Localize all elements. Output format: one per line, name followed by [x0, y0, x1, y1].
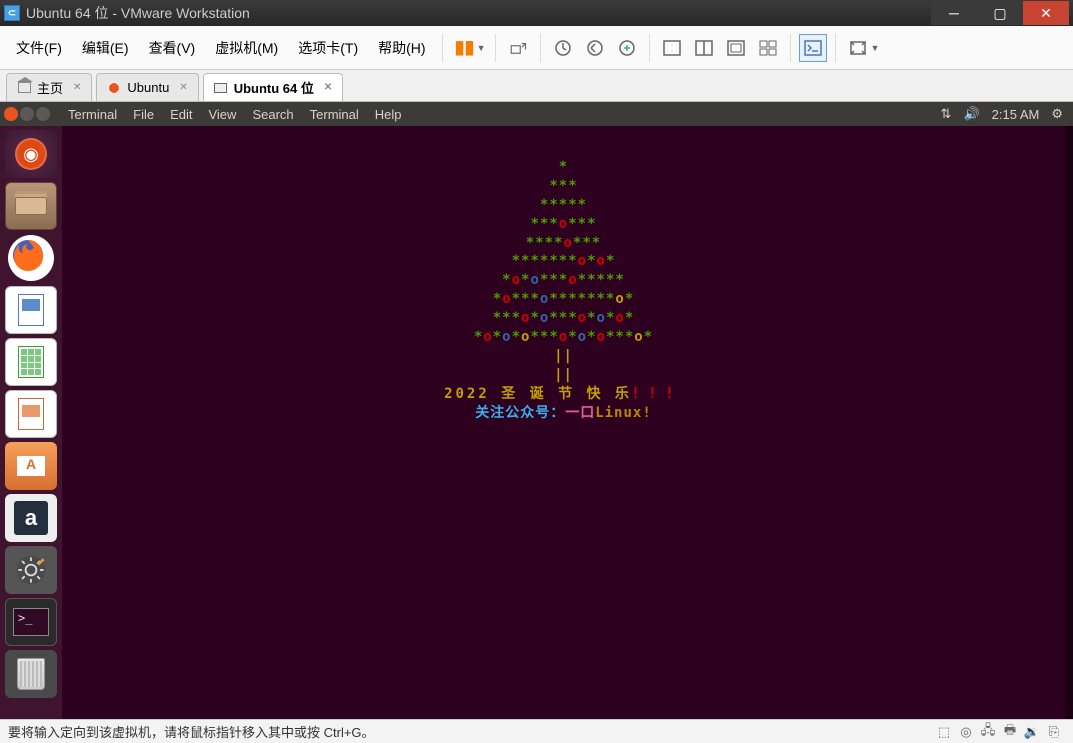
ubuntu-menu-help[interactable]: Help [367, 107, 410, 122]
vm-tabs: 主页 ✕ Ubuntu ✕ Ubuntu 64 位 ✕ [0, 70, 1073, 102]
vmware-statusbar: 要将输入定向到该虚拟机，请将鼠标指针移入其中或按 Ctrl+G。 ⬚ ◎ 🖧 🖶… [0, 719, 1073, 743]
ubuntu-window-controls [4, 107, 50, 121]
ubuntu-menu-view[interactable]: View [200, 107, 244, 122]
ubuntu-top-menubar: Terminal File Edit View Search Terminal … [0, 102, 1073, 126]
window-close-button[interactable]: ✕ [1023, 1, 1069, 25]
view-single-button[interactable] [658, 34, 686, 62]
window-title: Ubuntu 64 位 - VMware Workstation [26, 3, 925, 23]
launcher-files-icon[interactable] [5, 182, 57, 230]
vmware-menubar: 文件(F) 编辑(E) 查看(V) 虚拟机(M) 选项卡(T) 帮助(H) ▮▮… [0, 26, 1073, 70]
dropdown-icon[interactable]: ▼ [870, 43, 879, 53]
follow-label: 关注公众号： [475, 405, 565, 421]
launcher-trash-icon[interactable] [5, 650, 57, 698]
follow-suffix: Linux! [595, 405, 652, 421]
launcher-settings-icon[interactable] [5, 546, 57, 594]
ubuntu-menu-terminal[interactable]: Terminal [60, 107, 125, 122]
window-minimize-button[interactable]: ─ [931, 1, 977, 25]
settings-indicator-icon[interactable]: ⚙ [1045, 106, 1069, 122]
launcher-dash-icon[interactable]: ◉ [5, 130, 57, 178]
launcher-calc-icon[interactable] [5, 338, 57, 386]
separator [442, 34, 443, 62]
sb-sound-icon[interactable]: 🔉 [1023, 724, 1041, 740]
launcher-firefox-icon[interactable] [5, 234, 57, 282]
ubuntu-maximize-icon[interactable] [36, 107, 50, 121]
ubuntu-menu-file[interactable]: File [125, 107, 162, 122]
ubuntu-menu-terminal2[interactable]: Terminal [302, 107, 367, 122]
menu-help[interactable]: 帮助(H) [368, 34, 435, 62]
home-icon [17, 81, 31, 95]
separator [649, 34, 650, 62]
view-unity-button[interactable] [722, 34, 750, 62]
pause-button[interactable]: ▮▮ [451, 34, 479, 62]
monitor-icon [214, 81, 228, 95]
sb-cd-icon[interactable]: ◎ [957, 724, 975, 740]
tab-home[interactable]: 主页 ✕ [6, 73, 92, 101]
separator [540, 34, 541, 62]
close-icon[interactable]: ✕ [73, 82, 81, 93]
menu-view[interactable]: 查看(V) [139, 34, 206, 62]
snapshot-revert-button[interactable] [581, 34, 609, 62]
launcher-impress-icon[interactable] [5, 390, 57, 438]
vmware-app-icon: ⊂ [4, 5, 20, 21]
launcher-software-icon[interactable] [5, 442, 57, 490]
close-icon[interactable]: ✕ [324, 82, 332, 93]
tab-ubuntu64[interactable]: Ubuntu 64 位 ✕ [203, 73, 344, 101]
clock-indicator[interactable]: 2:15 AM [986, 107, 1046, 122]
launcher-terminal-icon[interactable]: >_ [5, 598, 57, 646]
tab-label: 主页 [37, 78, 63, 97]
menu-vm[interactable]: 虚拟机(M) [205, 34, 288, 62]
ubuntu-menu-search[interactable]: Search [244, 107, 301, 122]
vm-display-area: Terminal File Edit View Search Terminal … [0, 102, 1073, 719]
menu-tabs[interactable]: 选项卡(T) [288, 34, 368, 62]
send-keys-button[interactable] [504, 34, 532, 62]
ubuntu-close-icon[interactable] [4, 107, 18, 121]
ubuntu-minimize-icon[interactable] [20, 107, 34, 121]
fullscreen-button[interactable] [844, 34, 872, 62]
msg-exclaim: ！！！ [632, 386, 683, 402]
snapshot-manager-button[interactable] [613, 34, 641, 62]
console-button[interactable] [799, 34, 827, 62]
window-titlebar: ⊂ Ubuntu 64 位 - VMware Workstation ─ ▢ ✕ [0, 0, 1073, 26]
view-thumbnails-button[interactable] [754, 34, 782, 62]
sb-usb-icon[interactable]: ⎘ [1045, 724, 1063, 740]
separator [790, 34, 791, 62]
close-icon[interactable]: ✕ [179, 82, 187, 93]
snapshot-button[interactable] [549, 34, 577, 62]
sound-indicator-icon[interactable]: 🔊 [957, 106, 985, 122]
dropdown-icon[interactable]: ▼ [477, 43, 486, 53]
tab-label: Ubuntu 64 位 [234, 78, 314, 97]
ubuntu-menu-edit[interactable]: Edit [162, 107, 200, 122]
network-indicator-icon[interactable]: ⇅ [935, 106, 958, 122]
window-maximize-button[interactable]: ▢ [977, 1, 1023, 25]
unity-launcher: ◉ a >_ [0, 126, 62, 719]
ascii-tree-art: * *** ***** ***o*** ****o*** *******o*o*… [62, 158, 1065, 422]
follow-name: 一口 [565, 405, 595, 421]
sb-network-icon[interactable]: 🖧 [979, 724, 997, 740]
view-split-button[interactable] [690, 34, 718, 62]
terminal-output[interactable]: * *** ***** ***o*** ****o*** *******o*o*… [62, 126, 1073, 719]
msg-year: 2022 [444, 386, 490, 402]
separator [835, 34, 836, 62]
tab-ubuntu[interactable]: Ubuntu ✕ [96, 73, 198, 101]
launcher-amazon-icon[interactable]: a [5, 494, 57, 542]
tab-label: Ubuntu [127, 80, 169, 95]
vm-desktop-body: ◉ a >_ * *** ***** ***o*** ****o*** ****… [0, 126, 1073, 719]
launcher-writer-icon[interactable] [5, 286, 57, 334]
separator [495, 34, 496, 62]
msg-cn: 圣 诞 节 快 乐 [501, 386, 632, 402]
sb-disk-icon[interactable]: ⬚ [935, 724, 953, 740]
menu-edit[interactable]: 编辑(E) [72, 34, 139, 62]
sb-printer-icon[interactable]: 🖶 [1001, 724, 1019, 740]
ubuntu-icon [107, 81, 121, 95]
statusbar-hint: 要将输入定向到该虚拟机，请将鼠标指针移入其中或按 Ctrl+G。 [8, 722, 375, 741]
menu-file[interactable]: 文件(F) [6, 34, 72, 62]
